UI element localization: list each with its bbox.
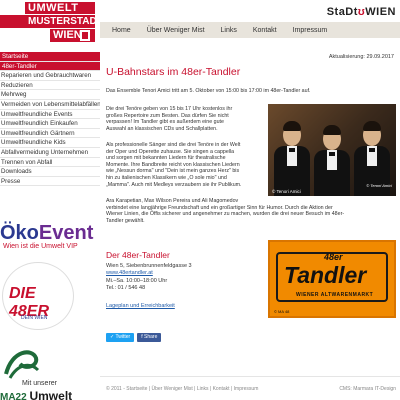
tandler-address: Wien 5, Siebenbrunnenfeldgasse 3 www.48e… — [106, 263, 192, 292]
text-line: und sorgen mit bekannten Liedern für the… — [106, 155, 226, 162]
sidebar-item-reduzieren[interactable]: Reduzieren — [0, 81, 100, 91]
top-nav: Home Über Weniger Mist Links Kontakt Imp… — [100, 22, 400, 38]
address-street: Wien 5, Siebenbrunnenfeldgasse 3 — [106, 263, 192, 269]
nav-links[interactable]: Links — [221, 27, 237, 34]
footer-divider — [100, 376, 400, 377]
ma22-mit-text: Mit unserer — [22, 380, 58, 387]
phone-number: Tel.: 01 / 546 48 — [106, 284, 146, 291]
text-line: verpassen! Im Tandler gibt es außerdem e… — [106, 119, 224, 126]
text-line: „Mamma". Auch mit Medleys verzaubern sie… — [106, 181, 242, 188]
facebook-share-button[interactable]: f Share — [137, 333, 162, 342]
header: UMWELT MUSTERSTADT WIEN StaDtʊWIEN — [0, 0, 400, 42]
opening-hours: Mi.–Sa. 10:00–18:00 Uhr — [106, 277, 168, 284]
page: UMWELT MUSTERSTADT WIEN StaDtʊWIEN Home … — [0, 0, 400, 400]
die-48er-logo[interactable]: DIE 48ER DEIN WIEN — [2, 262, 74, 330]
footer-links[interactable]: © 2011 - Startseite | Über Weniger Mist … — [106, 386, 258, 392]
sidebar-item-downloads[interactable]: Downloads — [0, 167, 100, 177]
sidebar-item-einkaufen[interactable]: Umweltfreundlich Einkaufen — [0, 119, 100, 129]
ma22-label: MA22 Umwelt — [0, 389, 72, 400]
nav-home[interactable]: Home — [112, 27, 131, 34]
article-paragraph-3: Ara Karapetian, Max Wilson Pereira und A… — [106, 198, 396, 224]
tandler-logo-name: Tandler — [284, 262, 367, 288]
sidebar-item-reparieren[interactable]: Reparieren und Gebrauchtwaren — [0, 71, 100, 81]
nav-kontakt[interactable]: Kontakt — [253, 27, 277, 34]
oekoevent-banner[interactable]: ÖkoEvent Wien ist die Umwelt VIP — [0, 223, 100, 253]
text-line: Wiener Linien, die Öffis sicherer und an… — [106, 211, 345, 218]
logo-line1: UMWELT — [25, 2, 95, 14]
stadtwien-part-c: WIEN — [365, 6, 396, 18]
stadtwien-part-a: StaDt — [326, 6, 358, 18]
text-line: der Oper und Operette zuhause. Sie singe… — [106, 148, 235, 155]
sidebar-item-presse[interactable]: Presse — [0, 177, 100, 187]
text-line: Momente. Ihre Bandbreite reicht von klas… — [106, 161, 240, 168]
text-line: Die drei Tenöre geben von 15 bis 17 Uhr … — [106, 106, 233, 112]
text-line: hin zu italienischen Klassikern wie „O s… — [106, 174, 227, 181]
article-paragraph-1: Die drei Tenöre geben von 15 bis 17 Uhr … — [106, 106, 266, 132]
die48-subtext: DEIN WIEN — [21, 315, 48, 321]
oekoevent-title-a: Öko — [0, 222, 39, 244]
wien-flag-icon — [80, 30, 90, 41]
nav-impressum[interactable]: Impressum — [293, 27, 328, 34]
tandler-logo-credit: © MA 48 — [274, 309, 290, 314]
tandler-logo-48er: 48er — [324, 252, 343, 262]
tandler-logo-frame: 48er Tandler WIENER ALTWARENMARKT — [276, 252, 388, 302]
lageplan-link[interactable]: Lageplan und Erreichbarkeit — [106, 303, 175, 309]
page-title: U-Bahnstars im 48er-Tandler — [106, 66, 241, 78]
tandler-website-link[interactable]: www.48ertandler.at — [106, 270, 192, 277]
photo-credit: © Tenori Amici — [272, 189, 301, 194]
text-line: Ara Karapetian, Max Wilson Pereira und A… — [106, 198, 239, 204]
article-paragraph-2: Als professionelle Sänger sind die drei … — [106, 142, 268, 188]
sidebar-item-lebensmittel[interactable]: Vermeiden von Lebensmittelabfällen — [0, 100, 100, 110]
text-line: Auswahl an klassischen CDs und Schallpla… — [106, 125, 218, 132]
facebook-label: Share — [144, 334, 158, 340]
sidebar-item-trennen[interactable]: Trennen von Abfall — [0, 158, 100, 168]
sidebar-item-startseite[interactable]: Startseite — [0, 52, 100, 62]
umwelt-musterstadt-logo[interactable]: UMWELT MUSTERSTADT WIEN — [0, 2, 103, 42]
ma22-umwelt: Umwelt — [29, 389, 73, 400]
ma22-swirl-icon — [4, 350, 40, 379]
oekoevent-title: ÖkoEvent — [0, 223, 100, 243]
twitter-label: Twitter — [115, 334, 131, 340]
text-line: Tandler gewählt. — [106, 217, 145, 224]
sidebar-item-kids[interactable]: Umweltfreundliche Kids — [0, 138, 100, 148]
update-date: Aktualisierung: 29.09.2017 — [328, 54, 394, 60]
sidebar-item-mehrweg[interactable]: Mehrweg — [0, 90, 100, 100]
sidebar-item-unternehmen[interactable]: Abfallvermeidung Unternehmen — [0, 148, 100, 158]
48er-tandler-logo: 48er Tandler WIENER ALTWARENMARKT © MA 4… — [268, 240, 396, 318]
text-line: großes Repertoire zum Besten. Das dürfen… — [106, 112, 229, 119]
photo-signature: © Tenori Amici — [366, 183, 392, 188]
tandler-heading: Der 48er-Tandler — [106, 250, 170, 260]
text-line: wie „Nessun dorma" und "Dein ist mein ga… — [106, 168, 240, 175]
sidebar-nav: Startseite 48er-Tandler Reparieren und G… — [0, 52, 100, 187]
article-lead: Das Ensemble Tenori Amici tritt am 5. Ok… — [106, 88, 311, 94]
ma22-banner[interactable]: Mit unserer MA22 Umwelt — [0, 342, 100, 400]
sidebar-item-gaertnern[interactable]: Umweltfreundlich Gärtnern — [0, 129, 100, 139]
tandler-logo-sub: WIENER ALTWARENMARKT — [296, 292, 374, 298]
share-bar: ✓ Twitter f Share — [106, 333, 162, 342]
oekoevent-title-b: Event — [38, 222, 94, 244]
twitter-share-button[interactable]: ✓ Twitter — [106, 333, 135, 342]
nav-ueber-weniger-mist[interactable]: Über Weniger Mist — [147, 27, 205, 34]
logo-line2: MUSTERSTADT — [0, 15, 103, 28]
sidebar-item-48er-tandler[interactable]: 48er-Tandler — [0, 61, 100, 72]
ma22-code: MA22 — [0, 392, 27, 400]
singer-figure — [274, 116, 310, 196]
singer-figure — [314, 120, 350, 196]
oekoevent-subtitle: Wien ist die Umwelt VIP — [3, 243, 78, 250]
footer-cms-credit[interactable]: CMS: Marmara IT-Design — [339, 386, 396, 392]
text-line: Als professionelle Sänger sind die drei … — [106, 142, 241, 148]
sidebar-item-events[interactable]: Umweltfreundliche Events — [0, 110, 100, 120]
stadt-wien-logo[interactable]: StaDtʊWIEN — [327, 6, 396, 18]
